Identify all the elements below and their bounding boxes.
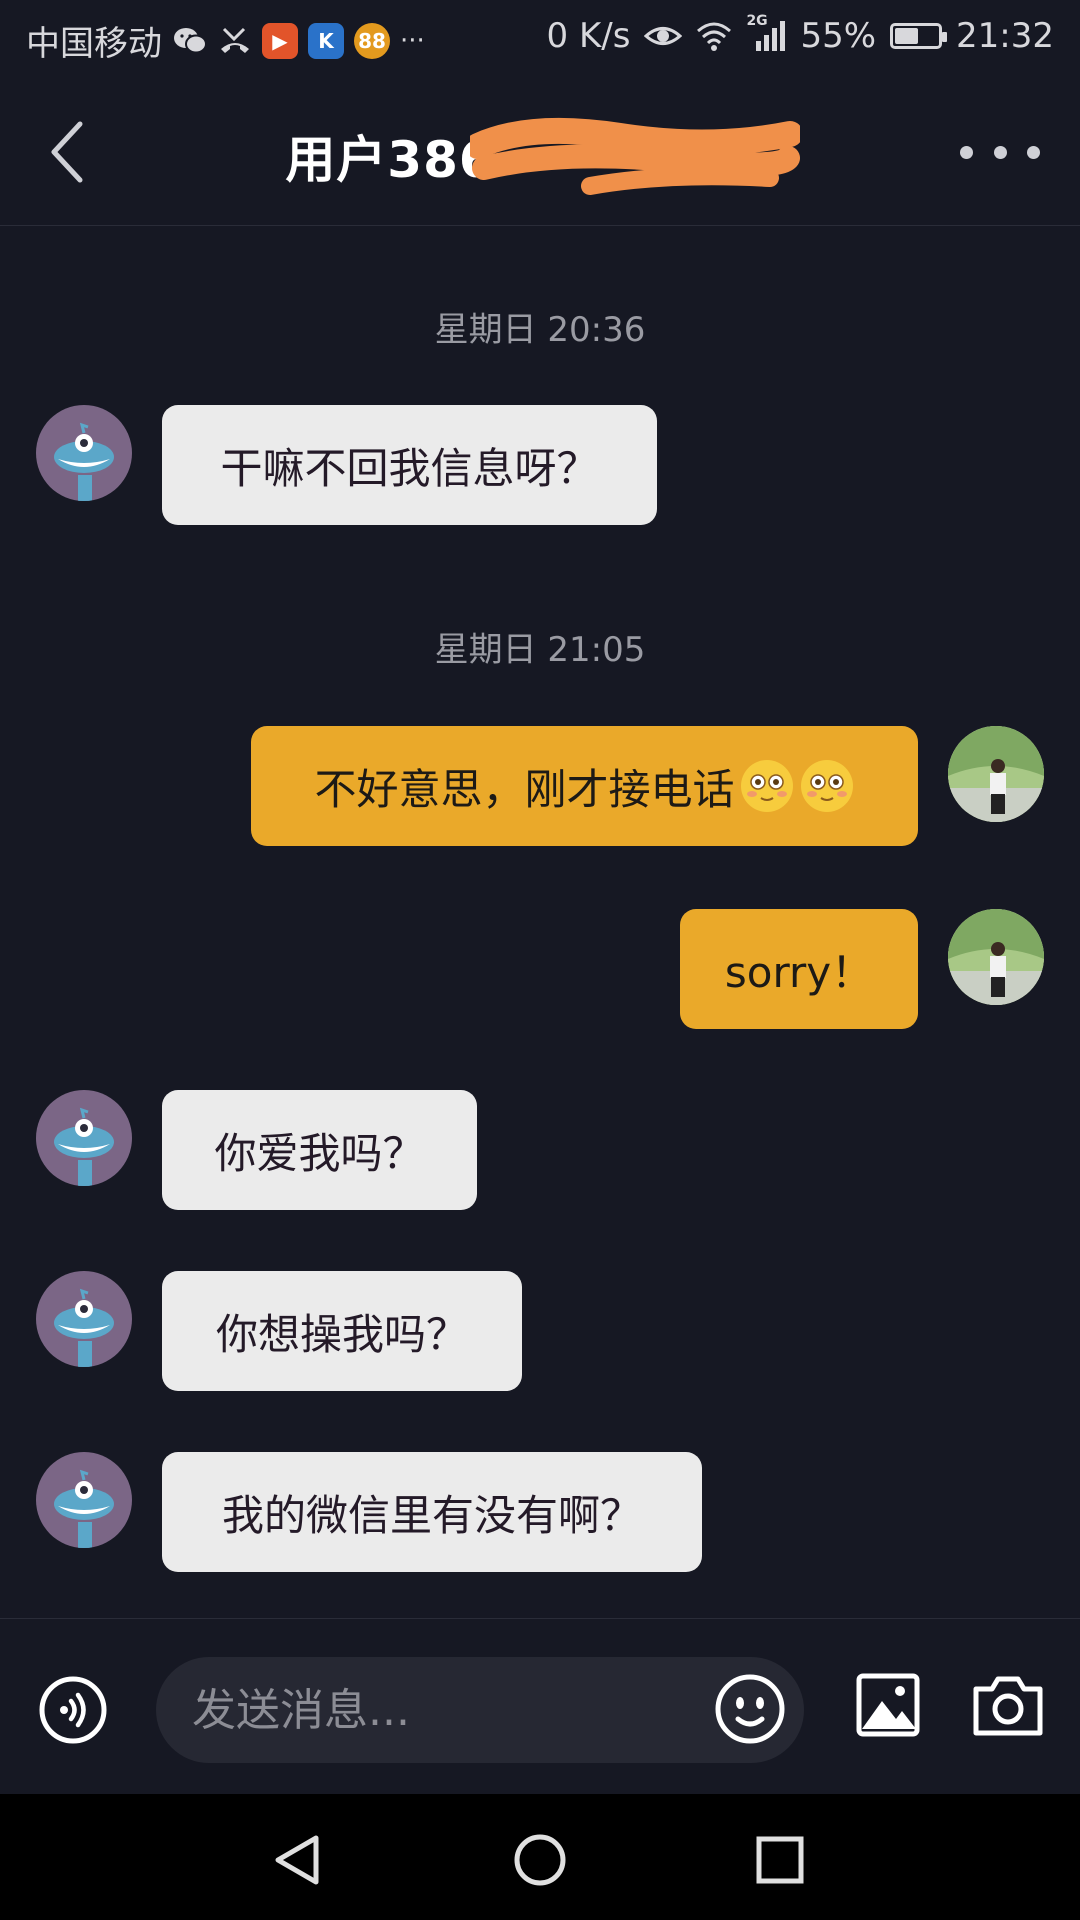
message-text: 干嘛不回我信息呀？ [220,443,599,493]
monster-avatar-icon [54,422,114,501]
game-app-icon: 88 [354,22,390,59]
nav-home-button[interactable] [512,1832,568,1888]
message-input[interactable] [156,1657,804,1763]
incoming-message-bubble[interactable]: 你想操我吗？ [162,1271,522,1391]
timestamp: 星期日 21:05 [434,630,646,670]
blushing-face-emoji [740,760,793,812]
monster-avatar-icon [54,1288,114,1367]
missed-call-icon [221,27,249,53]
status-bar: 中国移动 ▶ K 88 ··· 0 K/s 2G 55% 21:32 [0,0,1080,76]
message-text: 我的微信里有没有啊？ [221,1490,642,1540]
blushing-face-emoji [800,760,853,812]
triangle-back-icon [275,1835,319,1885]
user-avatar[interactable] [948,909,1044,1005]
eye-comfort-icon [644,27,683,45]
more-dots-icon [960,145,973,159]
incoming-message-bubble[interactable]: 你爱我吗？ [162,1090,477,1210]
camera-icon [973,1676,1043,1736]
clock: 21:32 [956,16,1054,56]
circle-home-icon [514,1834,566,1886]
outgoing-message-bubble[interactable]: sorry！ [680,909,918,1029]
camera-button[interactable] [972,1671,1044,1739]
incoming-message-bubble[interactable]: 我的微信里有没有啊？ [162,1452,702,1572]
message-text: 你想操我吗？ [215,1309,468,1359]
message-input-bar [0,1618,1080,1794]
nav-recents-button[interactable] [752,1832,808,1888]
message-text: sorry！ [724,947,874,997]
user-avatar[interactable] [948,726,1044,822]
battery-level [895,28,919,44]
square-recents-icon [756,1836,804,1884]
image-button[interactable] [856,1673,920,1737]
battery-icon [890,23,948,49]
wifi-icon [697,22,732,51]
incoming-message-bubble[interactable]: 干嘛不回我信息呀？ [162,405,657,525]
voice-button[interactable] [38,1675,108,1745]
timestamp: 星期日 20:36 [434,310,646,350]
nav-back-button[interactable] [270,1832,326,1888]
message-text: 你爱我吗？ [214,1128,425,1178]
user-photo-icon [948,909,1044,1005]
more-options-button[interactable] [960,132,1040,172]
cellular-signal-icon: 2G [746,13,786,53]
voice-icon [39,1676,107,1744]
battery-percent: 55% [800,16,877,56]
app-notification-icon: K [308,22,344,59]
contact-name: 用户386 [285,131,495,189]
monster-avatar-icon [54,1469,114,1548]
redaction-scribble [470,117,800,195]
wechat-icon [174,27,207,53]
image-icon [856,1673,920,1737]
contact-avatar[interactable] [36,1271,132,1367]
contact-avatar[interactable] [36,1090,132,1186]
system-navigation-bar [0,1794,1080,1920]
network-speed: 0 K/s [546,16,631,56]
message-text: 不好意思，刚才接电话 [314,764,735,814]
chat-header: 用户386 [0,76,1080,226]
smiley-icon [715,1674,785,1744]
contact-avatar[interactable] [36,1452,132,1548]
outgoing-message-bubble[interactable]: 不好意思，刚才接电话 [251,726,918,846]
video-app-icon: ▶ [262,22,298,59]
emoji-button[interactable] [714,1673,786,1745]
carrier-name: 中国移动 [26,24,162,64]
contact-avatar[interactable] [36,405,132,501]
more-notifications-icon: ··· [400,25,425,56]
user-photo-icon [948,726,1044,822]
monster-avatar-icon [54,1107,114,1186]
